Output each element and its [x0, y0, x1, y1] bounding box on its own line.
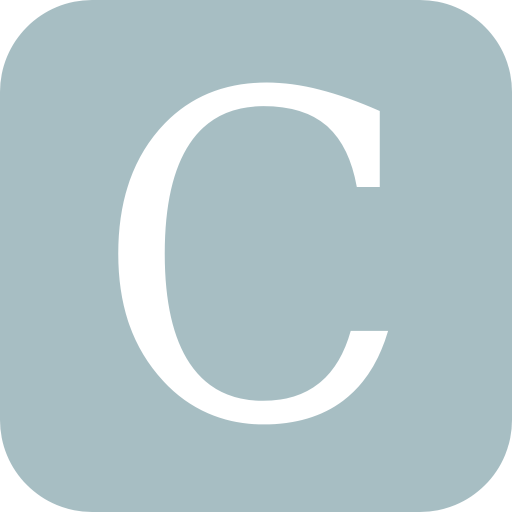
- app-icon-graphic: C: [95, 0, 413, 512]
- app-icon-letter: C: [95, 0, 413, 512]
- app-icon[interactable]: C: [0, 0, 512, 512]
